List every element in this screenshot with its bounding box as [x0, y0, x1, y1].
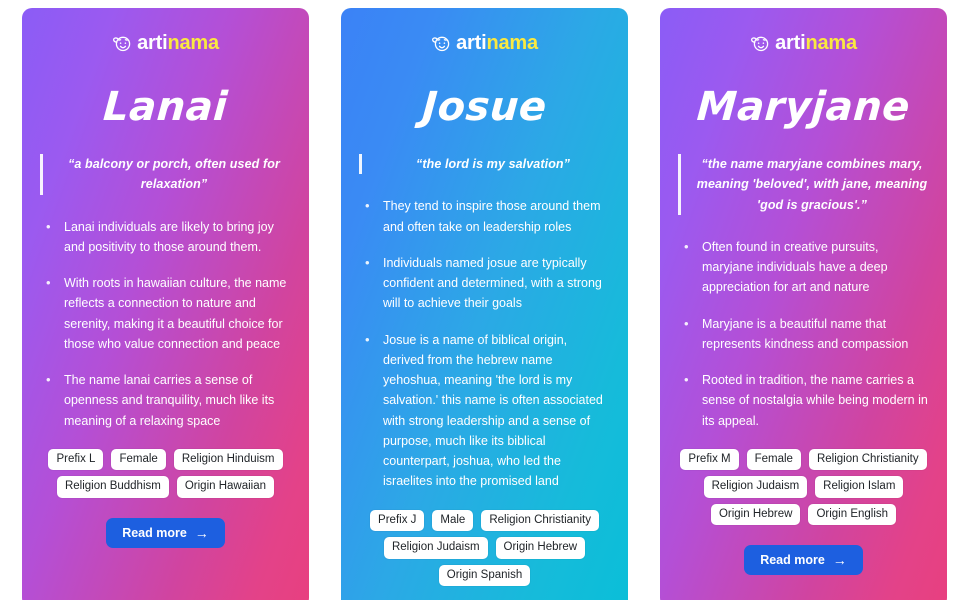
brand-name-primary: arti — [775, 32, 806, 54]
name-tag[interactable]: Religion Judaism — [703, 476, 808, 498]
brand-name: artinama — [137, 33, 219, 53]
name-facts-list: They tend to inspire those around them a… — [359, 195, 610, 492]
name-meaning-text: “the lord is my salvation” — [415, 157, 571, 171]
name-tag[interactable]: Religion Hinduism — [173, 448, 283, 471]
read-more-button[interactable]: Read more → — [744, 545, 863, 576]
baby-name-title: Maryjane — [695, 84, 912, 130]
name-tag-list: Prefix M Female Religion Christianity Relig… — [678, 448, 929, 526]
name-fact-item: Maryjane is a beautiful name that repres… — [678, 313, 929, 355]
name-card-maryjane: artinama Maryjane “the name maryjane com… — [660, 8, 947, 600]
name-tag[interactable]: Origin Spanish — [438, 564, 531, 587]
name-tag[interactable]: Prefix M — [680, 448, 739, 471]
brand-name: artinama — [775, 33, 857, 53]
name-tag[interactable]: Female — [746, 448, 801, 471]
name-tag[interactable]: Religion Buddhism — [56, 476, 169, 498]
name-meaning-text: “the name maryjane combines mary, meanin… — [696, 157, 928, 212]
baby-name-title: Lanai — [101, 84, 230, 130]
read-more-button[interactable]: Read more → — [106, 517, 225, 548]
brand-name-accent: nama — [805, 32, 857, 54]
baby-name-title: Josue — [420, 84, 549, 130]
name-fact-item: The name lanai carries a sense of openne… — [40, 369, 291, 431]
name-card-deck: artinama Lanai “a balcony or porch, ofte… — [0, 0, 957, 600]
name-tag-list: Prefix L Female Religion Hinduism Religion … — [40, 448, 291, 498]
name-tag[interactable]: Origin English — [808, 503, 897, 526]
name-tag[interactable]: Religion Christianity — [481, 509, 599, 532]
name-fact-item: Individuals named josue are typically co… — [359, 252, 610, 314]
name-tag[interactable]: Religion Christianity — [808, 448, 927, 471]
name-fact-item: With roots in hawaiian culture, the name… — [40, 272, 291, 354]
name-meaning-blockquote: “a balcony or porch, often used for rela… — [40, 154, 291, 195]
baby-face-icon — [112, 32, 134, 54]
brand-name-primary: arti — [456, 32, 487, 54]
name-tag[interactable]: Prefix J — [370, 509, 425, 532]
arrow-right-icon: → — [832, 552, 847, 569]
baby-face-icon — [431, 32, 453, 54]
baby-face-icon — [750, 32, 772, 54]
name-tag[interactable]: Religion Islam — [815, 476, 904, 498]
read-more-label: Read more — [122, 525, 187, 540]
name-tag[interactable]: Religion Judaism — [383, 537, 488, 559]
name-fact-item: Often found in creative pursuits, maryja… — [678, 236, 929, 298]
name-meaning-blockquote: “the lord is my salvation” — [359, 154, 610, 175]
name-meaning-text: “a balcony or porch, often used for rela… — [68, 157, 280, 192]
name-card-josue: artinama Josue “the lord is my salvation… — [341, 8, 628, 600]
name-fact-item: Rooted in tradition, the name carries a … — [678, 369, 929, 431]
brand-logo[interactable]: artinama — [359, 30, 610, 56]
brand-name: artinama — [456, 33, 538, 53]
name-tag[interactable]: Origin Hawaiian — [176, 476, 275, 498]
name-tag[interactable]: Origin Hebrew — [710, 503, 801, 526]
brand-logo[interactable]: artinama — [678, 30, 929, 56]
brand-name-primary: arti — [137, 32, 168, 54]
read-more-wrapper: Read more → — [40, 517, 291, 548]
name-tag[interactable]: Female — [111, 448, 166, 471]
name-tag[interactable]: Male — [432, 509, 474, 532]
read-more-label: Read more — [760, 553, 825, 568]
brand-name-accent: nama — [486, 32, 538, 54]
brand-name-accent: nama — [167, 32, 219, 54]
read-more-wrapper: Read more → — [678, 545, 929, 576]
name-fact-item: Lanai individuals are likely to bring jo… — [40, 216, 291, 258]
arrow-right-icon: → — [194, 524, 209, 541]
name-fact-item: They tend to inspire those around them a… — [359, 195, 610, 237]
name-facts-list: Lanai individuals are likely to bring jo… — [40, 216, 291, 431]
name-tag[interactable]: Prefix L — [48, 448, 104, 471]
name-card-lanai: artinama Lanai “a balcony or porch, ofte… — [22, 8, 309, 600]
name-fact-item: Josue is a name of biblical origin, deri… — [359, 329, 610, 492]
brand-logo[interactable]: artinama — [40, 30, 291, 56]
name-tag-list: Prefix J Male Religion Christianity Religio… — [359, 509, 610, 587]
name-tag[interactable]: Origin Hebrew — [495, 537, 586, 559]
name-facts-list: Often found in creative pursuits, maryja… — [678, 236, 929, 431]
name-meaning-blockquote: “the name maryjane combines mary, meanin… — [678, 154, 929, 215]
